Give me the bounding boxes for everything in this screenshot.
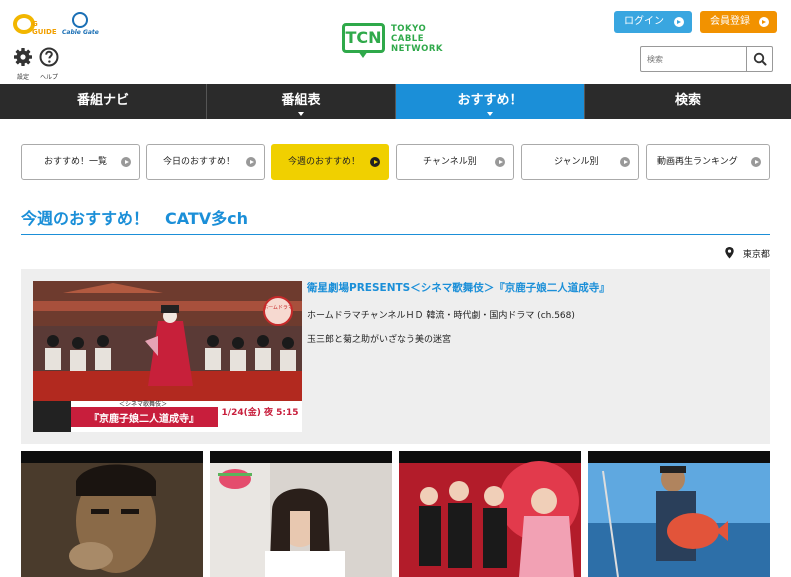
- nav-item-recommend[interactable]: おすすめ！: [396, 84, 585, 119]
- register-button[interactable]: 会員登録: [700, 11, 777, 33]
- subtab-today[interactable]: 今日のおすすめ！: [146, 144, 265, 180]
- thumbnail-image: [210, 451, 392, 577]
- header: G GUIDE Cable Gate 設定 ヘルプ TCN TOKYO CABL…: [0, 0, 791, 84]
- subtab-label: ジャンル別: [554, 157, 599, 167]
- tcn-logo-tail: [358, 51, 368, 58]
- subtab-label: 動画再生ランキング: [657, 157, 738, 167]
- featured-title[interactable]: 衛星劇場PRESENTS＜シネマ歌舞伎＞『京鹿子娘二人道成寺』: [307, 280, 610, 295]
- gguide-logo[interactable]: G GUIDE: [13, 14, 57, 36]
- subtab-by-channel[interactable]: チャンネル別: [396, 144, 514, 180]
- search-box: [640, 46, 773, 72]
- thumbnail-image: [21, 451, 203, 577]
- thumbnail-image: [588, 451, 770, 577]
- tcn-logo-line-1: TOKYO: [391, 24, 427, 34]
- program-thumbnail-4[interactable]: [588, 451, 770, 577]
- search-icon: [753, 52, 767, 66]
- tcn-logo-line-2: CABLE: [391, 34, 425, 44]
- featured-thumbnail[interactable]: ホームドラマ ＜シネマ歌舞伎＞ 『京鹿子娘二人道成寺』 1/24(金) 夜 5:…: [33, 281, 302, 432]
- chevron-down-icon: [298, 112, 304, 116]
- badge-text: ホームドラマ: [263, 305, 293, 311]
- subtab-this-week[interactable]: 今週のおすすめ！: [271, 144, 389, 180]
- login-label: ログイン: [624, 16, 664, 27]
- featured-program: ホームドラマ ＜シネマ歌舞伎＞ 『京鹿子娘二人道成寺』 1/24(金) 夜 5:…: [21, 269, 770, 444]
- program-thumbnail-2[interactable]: [210, 451, 392, 577]
- subtab-label: 今週のおすすめ！: [288, 157, 361, 167]
- settings-label: 設定: [16, 74, 29, 81]
- globe-icon: [72, 12, 88, 28]
- image-caption: 『京鹿子娘二人道成寺』: [89, 412, 199, 425]
- nav-item-label: 検索: [674, 93, 701, 108]
- location-pin-icon: [725, 247, 734, 259]
- featured-description: 玉三郎と菊之助がいざなう美の迷宮: [307, 335, 452, 345]
- nav-item-label: おすすめ！: [457, 93, 523, 108]
- subtab-recommend-list[interactable]: おすすめ！一覧: [21, 144, 140, 180]
- search-input[interactable]: [641, 47, 747, 71]
- kabuki-stage-image: ホームドラマ ＜シネマ歌舞伎＞ 『京鹿子娘二人道成寺』 1/24(金) 夜 5:…: [33, 281, 302, 432]
- thumbnail-image: [399, 451, 581, 577]
- tcn-logo-line-3: NETWORK: [391, 44, 443, 54]
- subtab-label: チャンネル別: [423, 157, 477, 167]
- tcn-logo-text: TOKYO CABLE NETWORK: [391, 24, 443, 54]
- tcn-logo-mark: TCN: [342, 23, 385, 53]
- cablegate-logo[interactable]: Cable Gate: [62, 12, 99, 38]
- arrow-right-icon: [246, 157, 256, 167]
- page-title: 今週のおすすめ！ CATV多ch: [21, 209, 249, 228]
- nav-item-bangumi-navi[interactable]: 番組ナビ: [0, 84, 207, 119]
- arrow-right-icon: [121, 157, 131, 167]
- search-button[interactable]: [746, 47, 772, 71]
- nav-item-label: 番組ナビ: [76, 93, 129, 108]
- arrow-right-icon: [751, 157, 761, 167]
- image-date: 1/24(金) 夜 5:15: [222, 406, 299, 418]
- subtab-label: おすすめ！一覧: [44, 157, 108, 167]
- arrow-right-icon: [674, 17, 684, 27]
- region-label: 東京都: [742, 250, 770, 260]
- program-thumbnail-3[interactable]: [399, 451, 581, 577]
- nav-item-search[interactable]: 検索: [585, 84, 791, 119]
- nav-item-program-guide[interactable]: 番組表: [207, 84, 396, 119]
- arrow-right-icon: [370, 157, 380, 167]
- help-button[interactable]: ヘルプ: [38, 47, 60, 81]
- settings-button[interactable]: 設定: [12, 47, 34, 81]
- tcn-logo[interactable]: TCN TOKYO CABLE NETWORK: [342, 23, 452, 61]
- arrow-right-icon: [620, 157, 630, 167]
- login-button[interactable]: ログイン: [614, 11, 692, 33]
- chevron-down-icon: [487, 112, 493, 116]
- subtab-video-ranking[interactable]: 動画再生ランキング: [646, 144, 770, 180]
- register-label: 会員登録: [710, 16, 750, 27]
- gear-icon: [14, 48, 32, 66]
- cablegate-logo-text: Cable Gate: [62, 29, 99, 36]
- featured-channel: ホームドラマチャンネルＨＤ 韓流・時代劇・国内ドラマ (ch.568): [307, 311, 575, 321]
- help-icon: [39, 47, 59, 67]
- main-nav: 番組ナビ 番組表 おすすめ！ 検索: [0, 84, 791, 119]
- region-selector[interactable]: 東京都: [725, 247, 770, 260]
- arrow-right-icon: [759, 17, 769, 27]
- help-label: ヘルプ: [39, 74, 58, 81]
- arrow-right-icon: [495, 157, 505, 167]
- image-caption-small: ＜シネマ歌舞伎＞: [119, 400, 167, 408]
- program-thumbnail-1[interactable]: [21, 451, 203, 577]
- subtab-label: 今日のおすすめ！: [163, 157, 236, 167]
- nav-item-label: 番組表: [281, 93, 321, 108]
- title-divider: [21, 234, 770, 235]
- gguide-logo-text: G GUIDE: [32, 20, 57, 36]
- subtab-by-genre[interactable]: ジャンル別: [521, 144, 639, 180]
